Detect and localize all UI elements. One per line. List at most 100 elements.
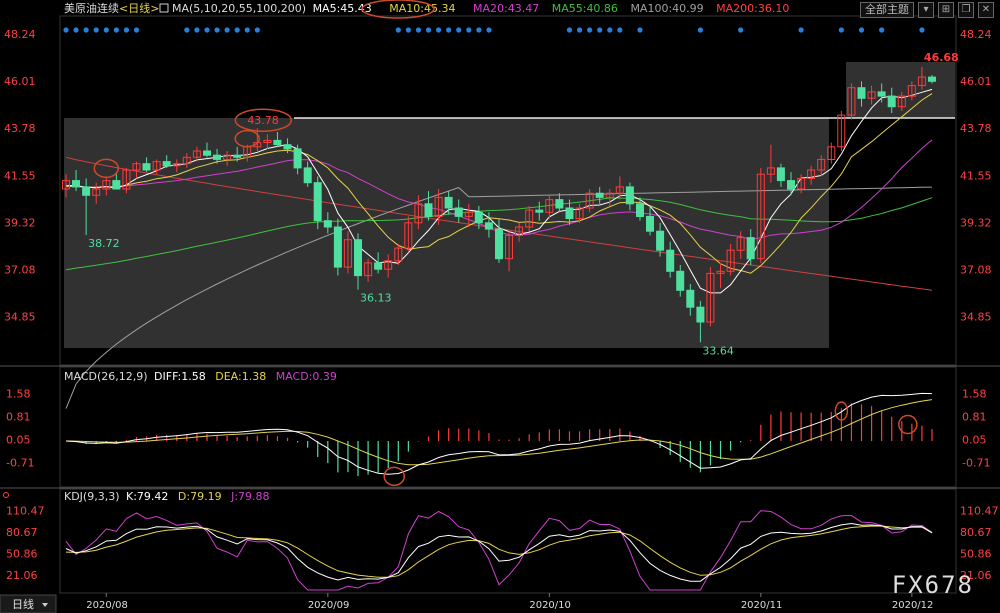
svg-text:MACD(26,12,9) DIFF:1.58: MACD(26,12,9) DIFF:1.58 DEA:1.38 MACD:0.… [64, 370, 337, 383]
ma5-value: MA5:45.43 [313, 2, 372, 15]
signal-dot [879, 27, 885, 33]
signal-dot [395, 27, 401, 33]
kdj-y-tick-right: 50.86 [960, 547, 992, 560]
ma-settings-icon[interactable] [159, 3, 169, 13]
signal-dot [446, 27, 452, 33]
x-tick-label: 2020/12 [892, 600, 934, 611]
candle-body [666, 249, 675, 272]
ma10-value: MA10:45.34 [389, 2, 455, 15]
kdj-y-tick-left: 80.67 [6, 526, 38, 539]
signal-dot [576, 27, 583, 33]
candle-body [142, 163, 151, 171]
main-y-tick-left: 48.24 [4, 28, 36, 41]
macd-hist-value: MACD:0.39 [276, 370, 337, 383]
macd-y-tick-right: 0.05 [962, 434, 987, 447]
window-toolbar: 全部主题 ▾ ⊞ ❐ ✕ [860, 2, 994, 18]
kdj-label: KDJ(9,3,3) [64, 490, 120, 503]
macd-y-tick-right: 1.58 [962, 388, 987, 401]
ma20-value: MA20:43.47 [473, 2, 539, 15]
candle-body [112, 180, 121, 190]
signal-dot [697, 27, 703, 33]
candle-body [877, 91, 886, 97]
signal-dot [415, 27, 422, 33]
signal-dots [63, 27, 925, 33]
candle-body [887, 95, 896, 108]
high-label: 43.78 [247, 114, 278, 127]
x-tick-label: 2020/08 [86, 600, 128, 611]
candle-body [646, 215, 654, 232]
macd-label: MACD(26,12,9) [64, 370, 148, 383]
candle-body [72, 180, 80, 188]
macd-y-tick-right: 0.81 [962, 411, 987, 424]
macd-diff-value: DIFF:1.58 [154, 370, 206, 383]
ma200-value: MA200:36.10 [716, 2, 789, 15]
candle-body [82, 186, 91, 196]
candle-body [857, 87, 866, 99]
close-icon[interactable]: ✕ [978, 2, 994, 18]
ma100-value: MA100:40.99 [630, 2, 703, 15]
candle-body [424, 203, 433, 218]
candle-body [746, 237, 755, 260]
candle-body [696, 306, 705, 323]
main-chart-selector[interactable]: 全部主题 [860, 2, 914, 18]
candle-body [686, 289, 695, 308]
signal-dot [617, 27, 623, 33]
signal-dot [607, 27, 613, 33]
kdj-plot: 110.47 110.4780.67 80.6750.86 50.8621.06 21.… [6, 504, 999, 591]
signal-dot [738, 27, 744, 33]
candle-body [495, 228, 503, 260]
macd-dea-value: DEA:1.38 [215, 370, 266, 383]
grid-icon[interactable]: ⊞ [938, 2, 954, 18]
signal-dot [858, 27, 865, 33]
main-y-tick-left: 43.78 [4, 122, 36, 135]
kdj-y-tick-right: 80.67 [960, 526, 992, 539]
candle-body [555, 199, 564, 209]
x-tick-label: 2020/10 [529, 600, 571, 611]
kdj-y-tick-left: 50.86 [6, 547, 38, 560]
candle-body [565, 207, 574, 220]
signal-dot [184, 27, 190, 33]
low-label: 33.64 [702, 344, 734, 357]
kdj-panel-frame [59, 488, 957, 594]
ma55-value: MA55:40.86 [552, 2, 618, 15]
main-y-tick-right: 41.55 [960, 169, 992, 182]
chevron-down-icon[interactable]: ▾ [918, 2, 934, 18]
main-y-tick-right: 34.85 [960, 311, 992, 324]
watermark: FX678 [891, 571, 974, 599]
signal-dot [113, 27, 119, 33]
low-label: 36.13 [360, 292, 392, 305]
candle-body [303, 167, 312, 184]
candle-body [787, 180, 795, 190]
candle-body [656, 230, 665, 251]
restore-icon[interactable]: ❐ [958, 2, 974, 18]
main-y-tick-right: 48.24 [960, 28, 992, 41]
candle-body [233, 154, 242, 158]
signal-dot [224, 27, 230, 33]
svg-text:KDJ(9,3,3) K:79.42 D:7: KDJ(9,3,3) K:79.42 D:79.19 J:79.88 [64, 490, 270, 503]
signal-dot [798, 27, 804, 33]
low-label: 38.72 [88, 237, 120, 250]
candle-body [283, 144, 292, 150]
signal-dot [73, 27, 79, 33]
macd-y-tick-left: 0.05 [6, 434, 31, 447]
candle-body [313, 182, 322, 222]
candle-body [776, 167, 785, 182]
candle-body [354, 239, 362, 277]
kdj-j-line [65, 510, 933, 591]
signal-dot [919, 27, 925, 33]
macd-y-tick-left: -0.71 [6, 456, 34, 469]
svg-text:MA(5,10,20,55,100,200) MA5: MA(5,10,20,55,100,200) MA5:45.43 MA10:45… [172, 2, 789, 15]
futures-chart: 1.58 1.58 0.81 0.81 0.05 0.05 -0.71 -0.71 110.4… [0, 0, 1000, 613]
signal-dot [194, 27, 200, 33]
kdj-settings-dot[interactable] [3, 492, 9, 498]
signal-dot [486, 27, 492, 33]
main-y-tick-left: 41.55 [4, 169, 36, 182]
macd-y-tick-left: 0.81 [6, 411, 31, 424]
candle-body [203, 150, 211, 156]
signal-dot [637, 27, 643, 33]
signal-dot [244, 27, 250, 33]
main-y-tick-right: 43.78 [960, 122, 992, 135]
kdj-y-tick-right: 110.47 [960, 504, 999, 517]
macd-plot: 1.58 1.58 0.81 0.81 0.05 0.05 -0.71 -0.71 [6, 388, 990, 487]
candle-body [535, 209, 544, 213]
